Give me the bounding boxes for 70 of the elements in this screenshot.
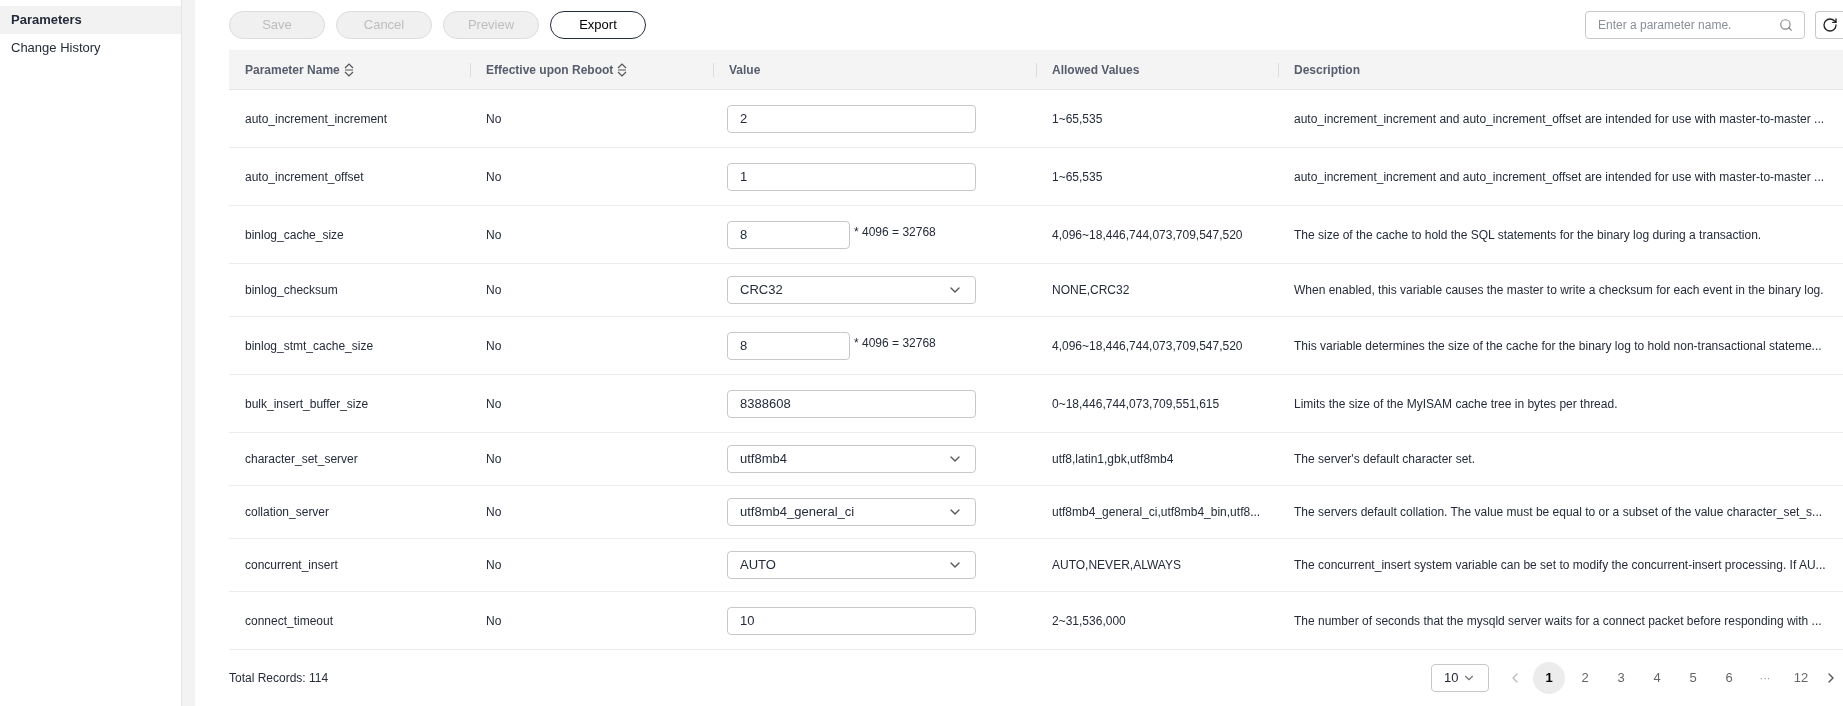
value-dropdown[interactable]: CRC32 [727,276,976,304]
description-cell: This variable determines the size of the cache for the binary log to hold non-transactional stateme... [1294,338,1822,353]
column-header: Description [1294,61,1360,79]
description-cell: auto_increment_increment and auto_increment_offset are intended for use with master-to-master ... [1294,111,1825,126]
multiplier-text: * 4096 = 32768 [854,223,936,241]
reboot-cell: No [486,396,502,411]
description-cell: The concurrent_insert system variable can be set to modify the concurrent-insert processing. If AU... [1294,558,1826,572]
page-size-dropdown[interactable]: 10 [1431,664,1489,692]
refresh-icon[interactable] [1821,17,1838,33]
allowed-values: 1~65,535 [1052,169,1103,184]
description-cell: The server's default character set. [1294,452,1476,466]
reboot-cell: No [486,505,502,519]
sort-icon[interactable] [343,62,354,77]
description-cell: The servers default collation. The value must be equal to or a subset of the value character_set_s... [1294,505,1823,519]
allowed-values: 1~65,535 [1052,111,1103,126]
ellipsis: ··· [1758,670,1772,686]
description-cell: auto_increment_increment and auto_increment_offset are intended for use with master-to-master ... [1294,169,1825,184]
parameter-name: connect_timeout [245,613,334,628]
reboot-cell: No [486,283,502,297]
description-cell: The number of seconds that the mysqld server waits for a connect packet before responding with ... [1294,613,1822,628]
column-header: Allowed Values [1052,61,1140,79]
search-icon[interactable] [1779,18,1793,32]
value-input[interactable]: 2 [727,104,976,133]
description-cell: When enabled, this variable causes the master to write a checksum for each event in the binary log. [1294,283,1824,297]
multiplier-text: * 4096 = 32768 [854,334,936,352]
allowed-values: 2~31,536,000 [1052,613,1126,628]
description-cell: The size of the cache to hold the SQL statements for the binary log during a transaction. [1294,227,1762,242]
value-input[interactable]: 8388608 [727,389,976,418]
sidebar-item[interactable]: Change History [0,34,181,62]
value-dropdown[interactable]: utf8mb4_general_ci [727,498,976,526]
reboot-cell: No [486,111,502,126]
value-input[interactable]: 10 [727,606,976,635]
value-input[interactable]: 1 [727,162,976,191]
reboot-cell: No [486,558,502,572]
allowed-values: utf8,latin1,gbk,utf8mb4 [1052,452,1174,466]
column-header: Parameter Name [245,61,340,79]
parameter-name: binlog_cache_size [245,227,344,242]
allowed-values: AUTO,NEVER,ALWAYS [1052,558,1181,572]
description-cell: Limits the size of the MyISAM cache tree in bytes per thread. [1294,396,1618,411]
parameter-name: bulk_insert_buffer_size [245,396,369,411]
total-records: Total Records: 114 [229,670,329,687]
allowed-values: 0~18,446,744,073,709,551,615 [1052,396,1220,411]
sidebar-item[interactable]: Parameters [0,6,181,34]
page-button[interactable]: 1 [1533,662,1565,694]
value-input[interactable]: 8 [727,331,850,360]
value-input[interactable]: 8 [727,220,850,249]
reboot-cell: No [486,338,502,353]
parameter-name: auto_increment_offset [245,169,364,184]
value-dropdown[interactable]: AUTO [727,551,976,579]
reboot-cell: No [486,452,502,466]
reboot-cell: No [486,169,502,184]
allowed-values: utf8mb4_general_ci,utf8mb4_bin,utf8... [1052,505,1261,519]
sort-icon[interactable] [617,62,628,77]
allowed-values: 4,096~18,446,744,073,709,547,520 [1052,227,1243,242]
toolbar-button[interactable]: Export [550,11,646,39]
column-header: Effective upon Reboot [486,61,614,79]
parameter-name: collation_server [245,505,330,519]
search-field[interactable]: Enter a parameter name. [1585,11,1805,39]
reboot-cell: No [486,227,502,242]
parameter-name: concurrent_insert [245,558,338,572]
reboot-cell: No [486,613,502,628]
parameter-name: binlog_checksum [245,283,338,297]
allowed-values: NONE,CRC32 [1052,283,1130,297]
refresh-button[interactable] [1815,11,1843,39]
column-header: Value [729,61,761,79]
value-dropdown[interactable]: utf8mb4 [727,445,976,473]
allowed-values: 4,096~18,446,744,073,709,547,520 [1052,338,1243,353]
parameter-name: character_set_server [245,452,358,466]
parameter-name: binlog_stmt_cache_size [245,338,374,353]
parameter-name: auto_increment_increment [245,111,388,126]
